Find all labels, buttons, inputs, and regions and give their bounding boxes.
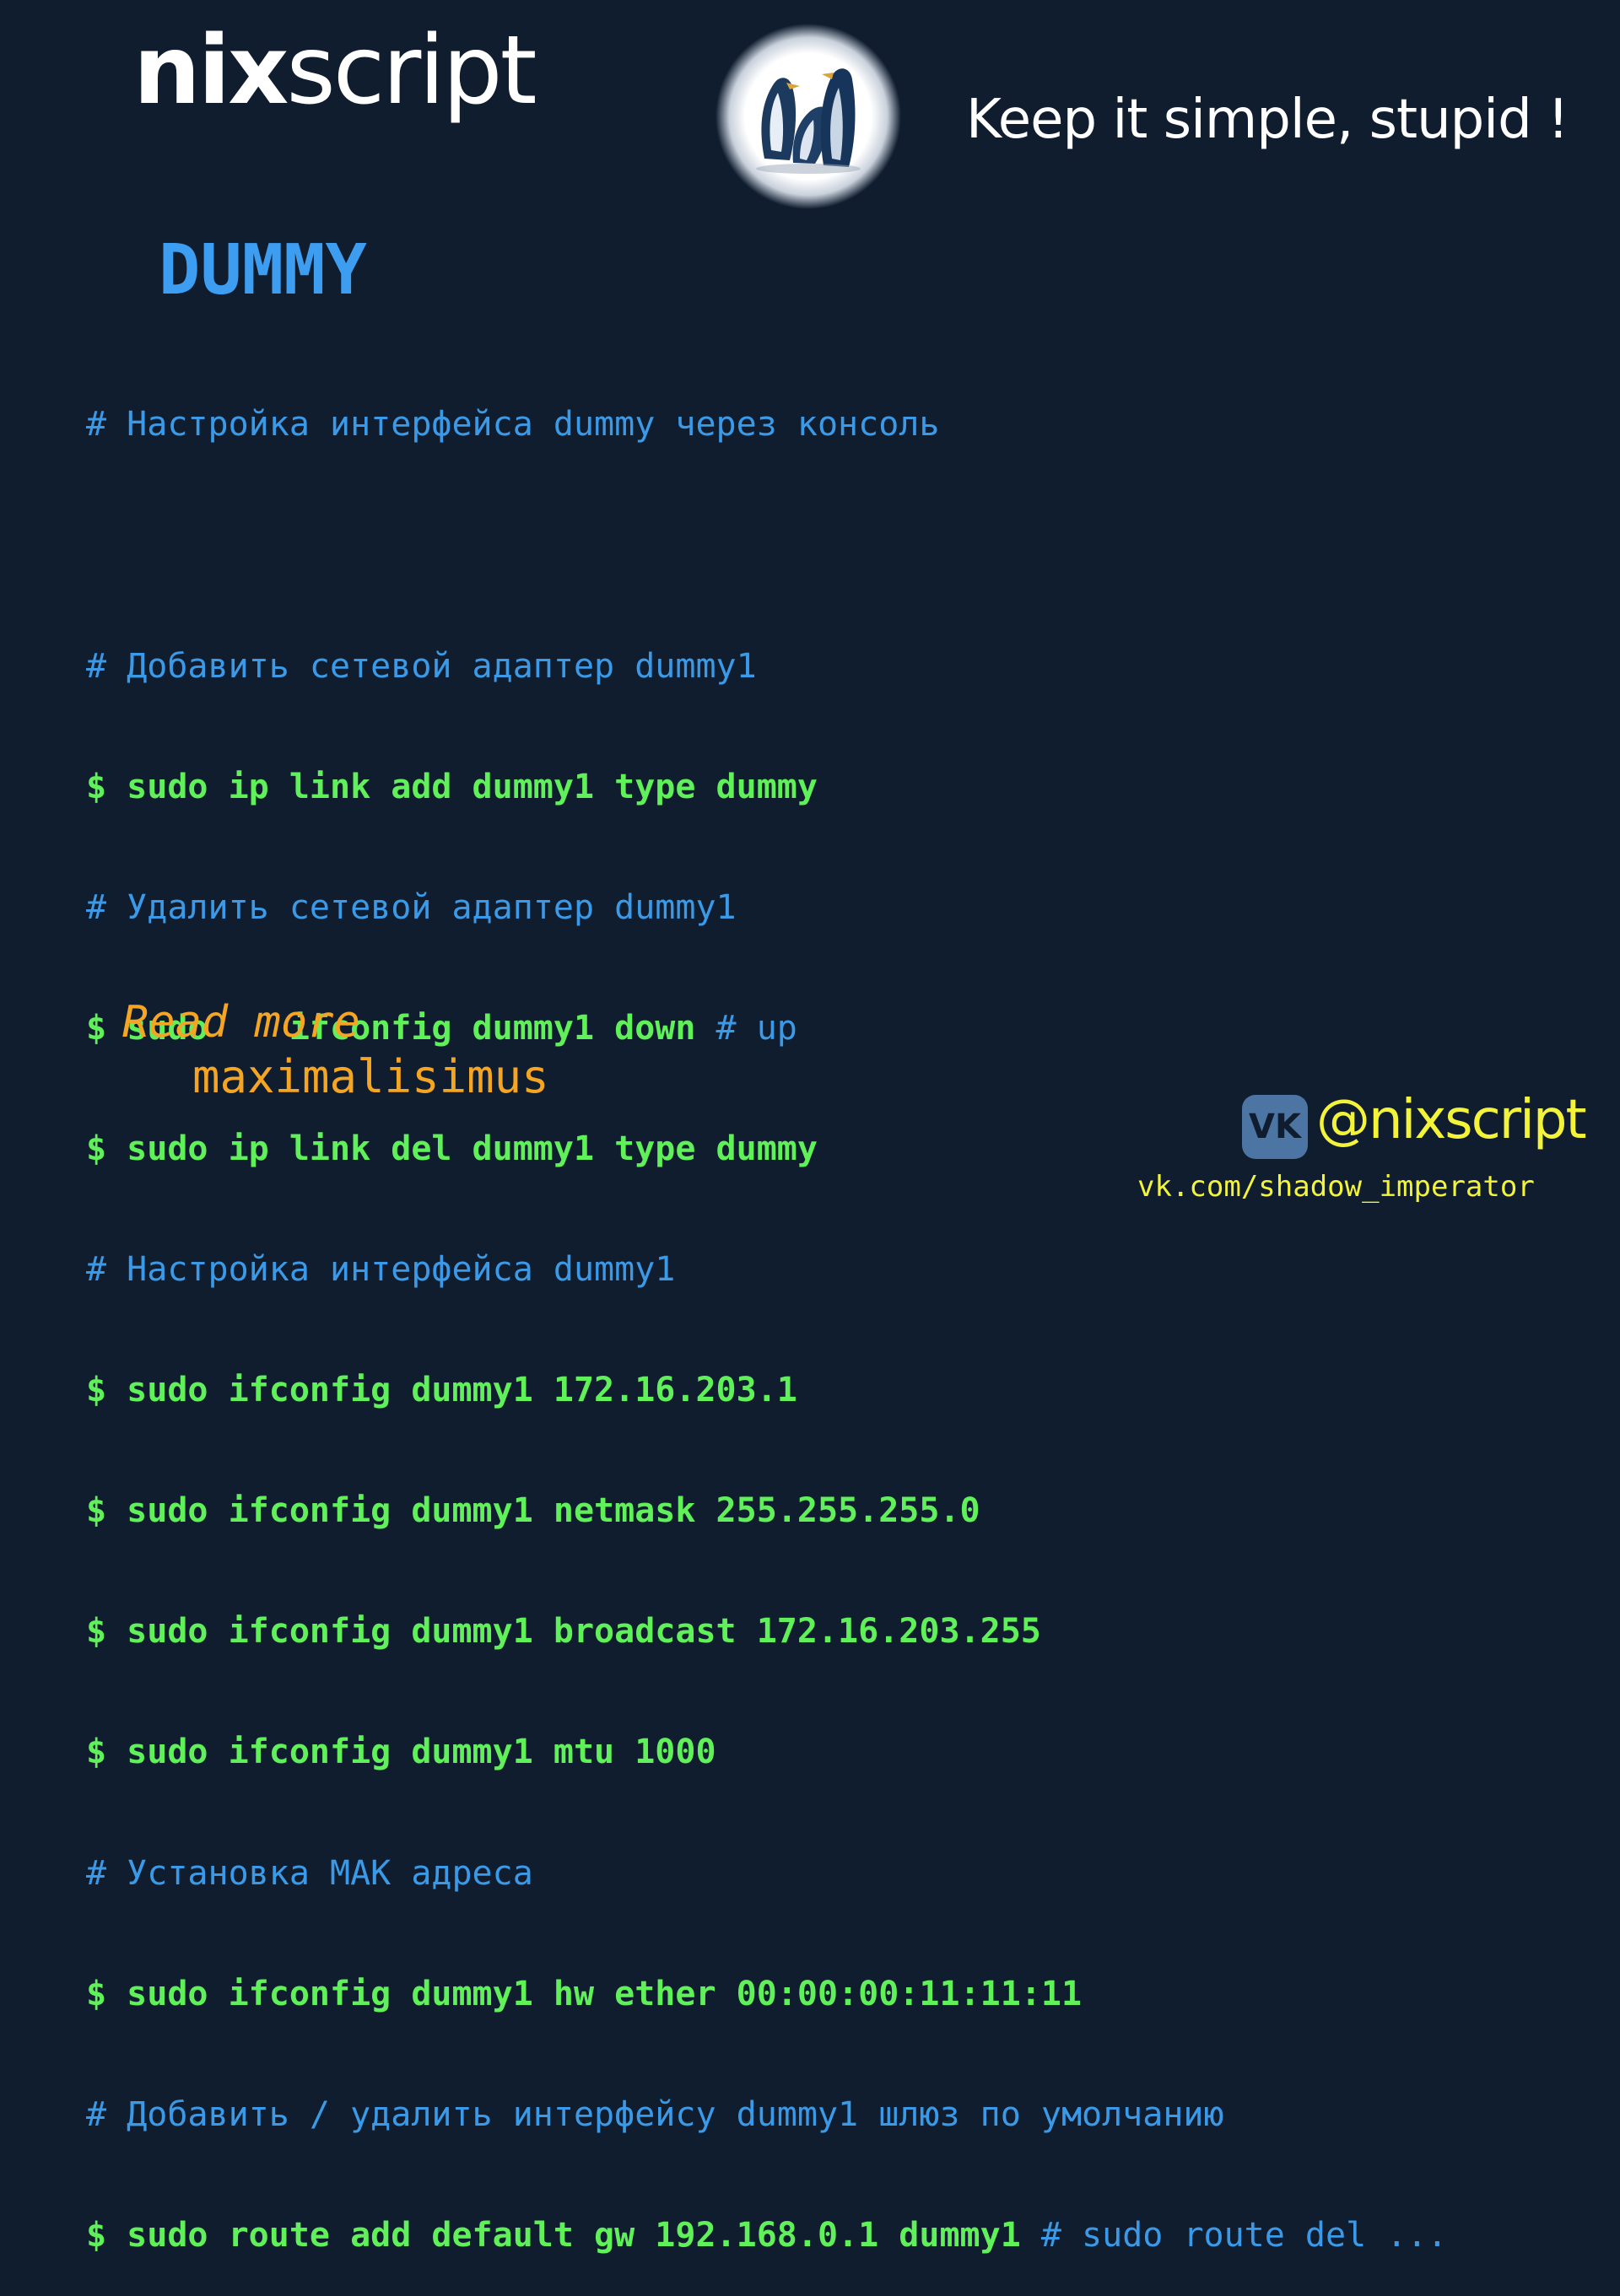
logo-thin-part: script (286, 16, 537, 126)
read-more-label: Read more (122, 997, 360, 1048)
code-line: # Добавить сетевой адаптер dummy1 (86, 646, 757, 686)
vk-logo-icon[interactable]: VK (1242, 1095, 1308, 1159)
code-line: $ sudo ifconfig dummy1 hw ether 00:00:00… (86, 1974, 1083, 2013)
code-block: # Настройка интерфейса dummy через консо… (86, 325, 1448, 2296)
logo-bold-part: nix (133, 16, 289, 126)
code-command: $ sudo route add default gw 192.168.0.1 … (86, 2215, 1021, 2255)
code-line: # Настройка интерфейса dummy1 (86, 1250, 676, 1290)
code-line: $ sudo route add default gw 192.168.0.1 … (86, 2216, 1448, 2256)
code-line: # Установка MAK адреса (86, 1853, 533, 1893)
vk-url-link[interactable]: vk.com/shadow_imperator (1137, 1172, 1535, 1201)
code-inline-comment: # sudo route del ... (1020, 2215, 1448, 2255)
motto-text: Keep it simple, stupid ! (966, 89, 1569, 151)
code-line: $ sudo ip link add dummy1 type dummy (86, 767, 818, 806)
vk-handle[interactable]: @nixscript (1316, 1093, 1587, 1147)
code-line: # Удалить сетевой адаптер dummy1 (86, 887, 737, 927)
page-title: DUMMY (159, 230, 367, 310)
code-line: $ sudo ifconfig dummy1 mtu 1000 (86, 1733, 716, 1772)
code-line: $ sudo ifconfig dummy1 broadcast 172.16.… (86, 1612, 1041, 1652)
code-line: # Настройка интерфейса dummy через консо… (86, 405, 940, 445)
code-line: # Добавить / удалить интерфейсу dummy1 ш… (86, 2094, 1224, 2134)
code-inline-comment: # up (695, 1008, 797, 1048)
nixscript-logo: nixscript (133, 24, 537, 118)
code-line: $ sudo ifconfig dummy1 172.16.203.1 (86, 1371, 797, 1410)
penguin-emblem-icon (716, 24, 901, 209)
code-line: $ sudo ifconfig dummy1 netmask 255.255.2… (86, 1491, 980, 1531)
read-more-link[interactable]: maximalisimus (192, 1054, 549, 1100)
